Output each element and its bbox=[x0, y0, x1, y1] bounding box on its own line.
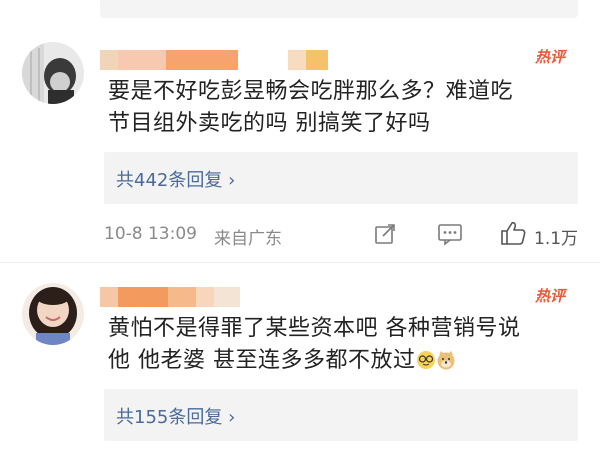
username-redacted[interactable] bbox=[100, 50, 335, 70]
share-icon[interactable] bbox=[373, 222, 397, 250]
avatar[interactable] bbox=[22, 283, 84, 345]
comment-text-line: 他 他老婆 甚至连多多都不放过 bbox=[108, 345, 521, 377]
replies-count-label: 共442条回复 › bbox=[116, 170, 236, 191]
comment-time: 10-8 13:09 bbox=[104, 224, 197, 244]
comment-text: 要是不好吃彭昱畅会吃胖那么多？难道吃 节目组外卖吃的吗 别搞笑了好吗 bbox=[108, 76, 513, 140]
comment-item: 热评 要是不好吃彭昱畅会吃胖那么多？难道吃 节目组外卖吃的吗 别搞笑了好吗 共4… bbox=[0, 0, 600, 265]
like-count: 1.1万 bbox=[534, 229, 579, 249]
doge-emoji bbox=[436, 348, 456, 370]
avatar[interactable] bbox=[22, 42, 84, 104]
comment-icon[interactable] bbox=[437, 222, 463, 250]
avatar-image bbox=[22, 42, 84, 104]
comment-text-segment: 他 他老婆 甚至连多多都不放过 bbox=[108, 348, 416, 373]
comment-text-line: 黄怕不是得罪了某些资本吧 各种营销号说 bbox=[108, 316, 521, 341]
hot-comment-tag: 热评 bbox=[535, 287, 566, 305]
hot-comment-tag: 热评 bbox=[535, 48, 566, 66]
glasses-face-emoji bbox=[416, 348, 436, 369]
comment-text: 黄怕不是得罪了某些资本吧 各种营销号说 他 他老婆 甚至连多多都不放过 bbox=[108, 313, 521, 377]
comment-item: 热评 黄怕不是得罪了某些资本吧 各种营销号说 他 他老婆 甚至连多多都不放过 共… bbox=[0, 263, 600, 449]
view-replies-button[interactable]: 共155条回复 › bbox=[104, 389, 578, 441]
avatar-image bbox=[22, 283, 84, 345]
replies-count-label: 共155条回复 › bbox=[116, 407, 236, 428]
comment-source: 来自广东 bbox=[214, 229, 282, 249]
view-replies-button[interactable]: 共442条回复 › bbox=[104, 152, 578, 204]
username-redacted[interactable] bbox=[100, 287, 245, 307]
thumbs-up-icon[interactable] bbox=[499, 220, 527, 250]
comment-text-line: 要是不好吃彭昱畅会吃胖那么多？难道吃 bbox=[108, 79, 514, 104]
comment-text-line: 节目组外卖吃的吗 别搞笑了好吗 bbox=[108, 111, 431, 136]
